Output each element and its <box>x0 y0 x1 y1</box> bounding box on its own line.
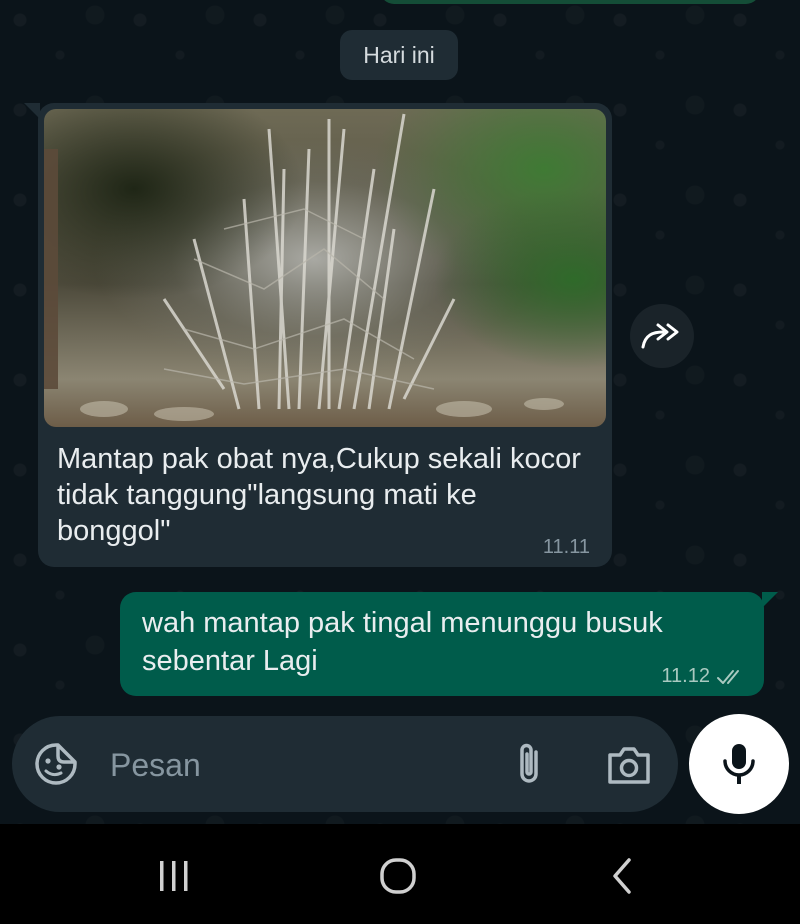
paperclip-icon <box>520 743 538 783</box>
camera-icon <box>608 747 650 784</box>
chat-area[interactable]: Hari ini Mantap pak obat nya,Cukup sekal… <box>0 0 800 824</box>
sticker-button[interactable] <box>34 742 78 786</box>
recent-apps-button[interactable] <box>144 854 204 898</box>
previous-outgoing-message[interactable] <box>380 0 760 4</box>
date-divider: Hari ini <box>340 30 458 80</box>
bubble-tail <box>24 103 40 119</box>
photo-bare-stems <box>44 113 564 421</box>
message-text: Mantap pak obat nya,Cukup sekali kocor t… <box>57 443 581 547</box>
attach-button[interactable] <box>510 740 550 788</box>
message-time: 11.12 <box>661 665 710 687</box>
forward-icon <box>641 323 679 349</box>
forward-button[interactable] <box>630 304 694 368</box>
message-meta: 11.12 <box>661 665 746 688</box>
recent-apps-icon <box>160 861 188 891</box>
home-button[interactable] <box>368 854 428 898</box>
message-input[interactable] <box>108 734 492 796</box>
incoming-message[interactable]: Mantap pak obat nya,Cukup sekali kocor t… <box>24 103 612 567</box>
voice-message-button[interactable] <box>689 714 789 814</box>
message-composer <box>12 716 678 812</box>
double-check-icon <box>717 669 739 684</box>
message-time: 11.11 <box>542 536 590 558</box>
back-icon <box>613 858 631 894</box>
back-button[interactable] <box>592 854 652 898</box>
sticker-icon <box>35 743 77 785</box>
camera-button[interactable] <box>606 744 652 786</box>
microphone-icon <box>723 744 755 784</box>
system-navigation-bar <box>0 824 800 924</box>
home-icon <box>380 858 416 894</box>
outgoing-message[interactable]: wah mantap pak tingal menunggu busuk seb… <box>120 592 778 696</box>
message-photo[interactable] <box>44 109 606 427</box>
bubble-tail <box>762 592 778 608</box>
